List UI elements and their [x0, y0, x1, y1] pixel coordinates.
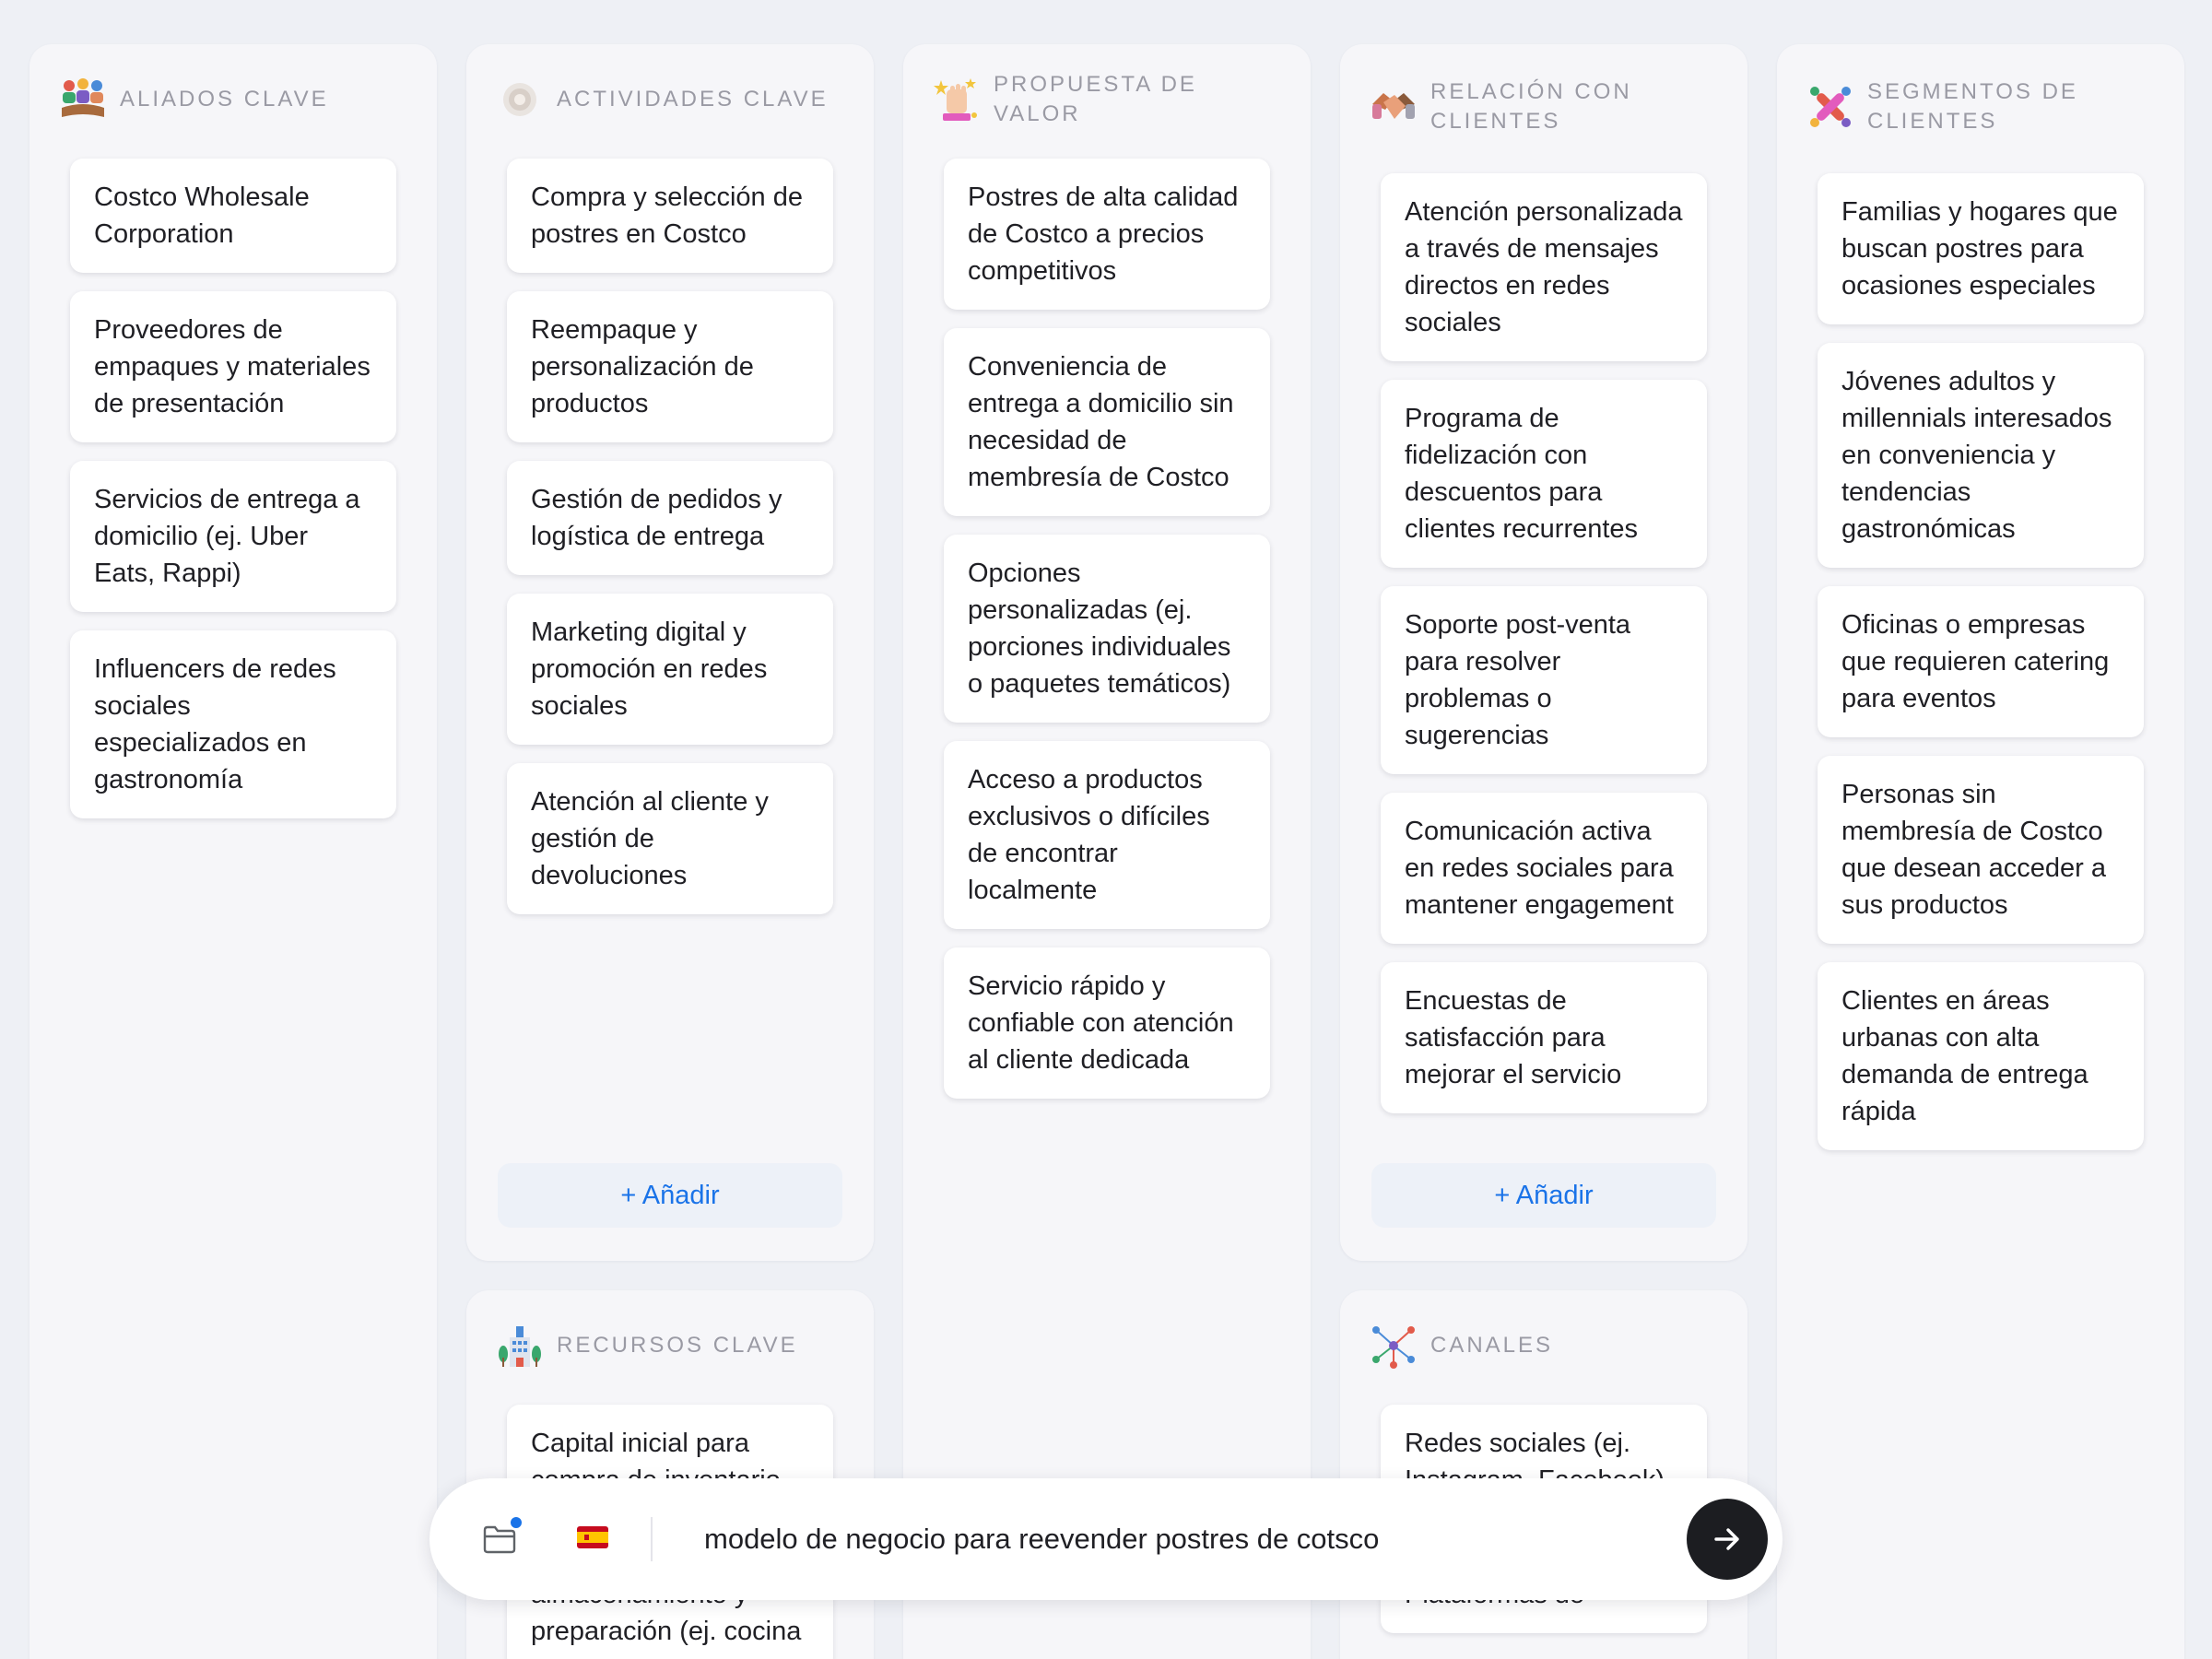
add-card-button[interactable]: + Añadir: [498, 1163, 842, 1228]
column-canales: CANALES Redes sociales (ej. Instagram, F…: [1340, 1290, 1747, 1659]
canvas-card[interactable]: Proveedores de empaques y materiales de …: [70, 291, 396, 442]
card-list: Compra y selección de postres en Costco …: [507, 159, 833, 933]
column-title: ALIADOS CLAVE: [120, 87, 329, 112]
canvas-card[interactable]: Jóvenes adultos y millennials interesado…: [1818, 343, 2144, 568]
column-propuesta-de-valor: PROPUESTA DE VALOR Postres de alta calid…: [903, 44, 1311, 1659]
handshake-icon: [1370, 83, 1418, 131]
canvas-card[interactable]: Influencers de redes sociales especializ…: [70, 630, 396, 818]
canvas-card[interactable]: Soporte post-venta para resolver problem…: [1381, 586, 1707, 774]
column-header: SEGMENTOS DE CLIENTES: [1806, 44, 2155, 170]
notification-dot: [509, 1515, 524, 1530]
column-title: RECURSOS CLAVE: [557, 1333, 798, 1358]
network-icon: [1370, 1322, 1418, 1370]
spain-flag-icon[interactable]: [577, 1526, 608, 1548]
column-actividades-clave: ACTIVIDADES CLAVE Compra y selección de …: [466, 44, 874, 1261]
canvas-card[interactable]: Conveniencia de entrega a domicilio sin …: [944, 328, 1270, 516]
column-header: PROPUESTA DE VALOR: [933, 44, 1281, 155]
canvas-card[interactable]: Gestión de pedidos y logística de entreg…: [507, 461, 833, 575]
puzzle-people-icon: [1806, 83, 1854, 131]
divider: [651, 1517, 653, 1561]
column-header: CANALES: [1370, 1290, 1718, 1401]
prompt-bar: modelo de negocio para reevender postres…: [429, 1478, 1783, 1600]
canvas-card[interactable]: Marketing digital y promoción en redes s…: [507, 594, 833, 745]
canvas-card[interactable]: Atención personalizada a través de mensa…: [1381, 173, 1707, 361]
column-header: ALIADOS CLAVE: [59, 44, 407, 155]
canvas-card[interactable]: Oficinas o empresas que requieren cateri…: [1818, 586, 2144, 737]
canvas-card[interactable]: Familias y hogares que buscan postres pa…: [1818, 173, 2144, 324]
canvas-card[interactable]: Reempaque y personalización de productos: [507, 291, 833, 442]
card-list: Familias y hogares que buscan postres pa…: [1818, 173, 2144, 1169]
send-button[interactable]: [1687, 1499, 1768, 1580]
canvas-card[interactable]: Compra y selección de postres en Costco: [507, 159, 833, 273]
column-segmentos-de-clientes: SEGMENTOS DE CLIENTES Familias y hogares…: [1777, 44, 2184, 1659]
canvas-card[interactable]: Encuestas de satisfacción para mejorar e…: [1381, 962, 1707, 1113]
handshake-people-icon: [59, 76, 107, 124]
card-list: Atención personalizada a través de mensa…: [1381, 173, 1707, 1132]
canvas-card[interactable]: Personas sin membresía de Costco que des…: [1818, 756, 2144, 944]
column-title: PROPUESTA DE VALOR: [994, 72, 1197, 126]
column-header: ACTIVIDADES CLAVE: [496, 44, 844, 155]
canvas-card[interactable]: Servicio rápido y confiable con atención…: [944, 947, 1270, 1099]
building-icon: [496, 1322, 544, 1370]
column-title: CANALES: [1430, 1333, 1554, 1358]
column-aliados-clave: ALIADOS CLAVE Costco Wholesale Corporati…: [29, 44, 437, 1659]
gear-icon: [496, 76, 544, 124]
canvas-card[interactable]: Programa de fidelización con descuentos …: [1381, 380, 1707, 568]
column-recursos-clave: RECURSOS CLAVE Capital inicial para comp…: [466, 1290, 874, 1659]
card-list: Costco Wholesale Corporation Proveedores…: [70, 159, 396, 837]
column-title: RELACIÓN CON CLIENTES: [1430, 79, 1632, 134]
canvas-card[interactable]: Costco Wholesale Corporation: [70, 159, 396, 273]
canvas-card[interactable]: Atención al cliente y gestión de devoluc…: [507, 763, 833, 914]
gift-stars-icon: [933, 76, 981, 124]
column-title: ACTIVIDADES CLAVE: [557, 87, 829, 112]
arrow-right-icon: [1714, 1528, 1739, 1550]
column-header: RECURSOS CLAVE: [496, 1290, 844, 1401]
add-card-button[interactable]: + Añadir: [1371, 1163, 1716, 1228]
prompt-input[interactable]: modelo de negocio para reevender postres…: [704, 1517, 1379, 1561]
canvas-card[interactable]: Acceso a productos exclusivos o difícile…: [944, 741, 1270, 929]
column-relacion-con-clientes: RELACIÓN CON CLIENTES Atención personali…: [1340, 44, 1747, 1261]
column-title: SEGMENTOS DE CLIENTES: [1867, 79, 2078, 134]
canvas-card[interactable]: Opciones personalizadas (ej. porciones i…: [944, 535, 1270, 723]
canvas-card[interactable]: Clientes en áreas urbanas con alta deman…: [1818, 962, 2144, 1150]
canvas-card[interactable]: Servicios de entrega a domicilio (ej. Ub…: [70, 461, 396, 612]
canvas-card[interactable]: Comunicación activa en redes sociales pa…: [1381, 793, 1707, 944]
canvas-card[interactable]: Postres de alta calidad de Costco a prec…: [944, 159, 1270, 310]
card-list: Postres de alta calidad de Costco a prec…: [944, 159, 1270, 1117]
column-header: RELACIÓN CON CLIENTES: [1370, 44, 1718, 170]
